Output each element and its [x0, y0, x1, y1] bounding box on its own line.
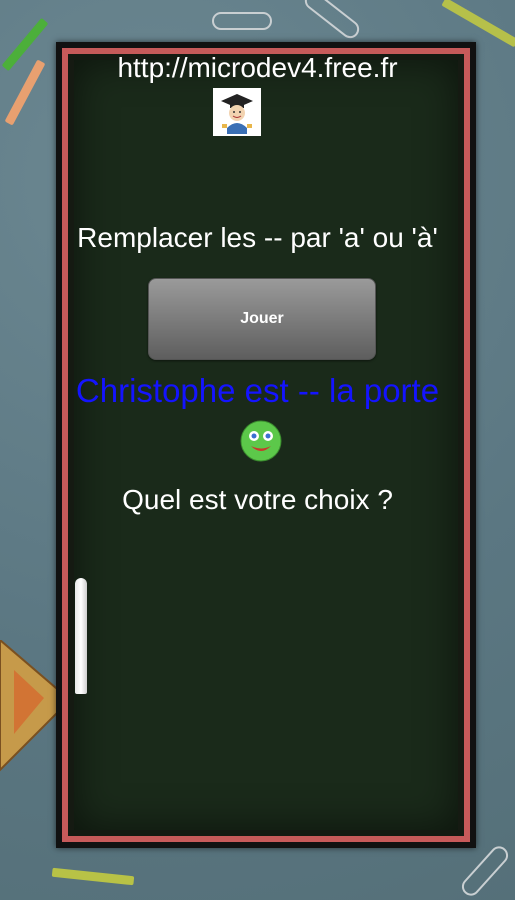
site-url[interactable]: http://microdev4.free.fr [0, 52, 515, 84]
chalk-stick [75, 578, 87, 694]
play-button[interactable]: Jouer [148, 278, 376, 360]
choice-question: Quel est votre choix ? [122, 484, 393, 515]
green-smiley-icon [240, 420, 282, 462]
paperclip-decoration [212, 12, 272, 30]
game-instruction: Remplacer les -- par 'a' ou 'à' [77, 222, 438, 253]
exercise-sentence: Christophe est -- la porte [75, 372, 440, 409]
graduate-student-icon [213, 88, 261, 136]
